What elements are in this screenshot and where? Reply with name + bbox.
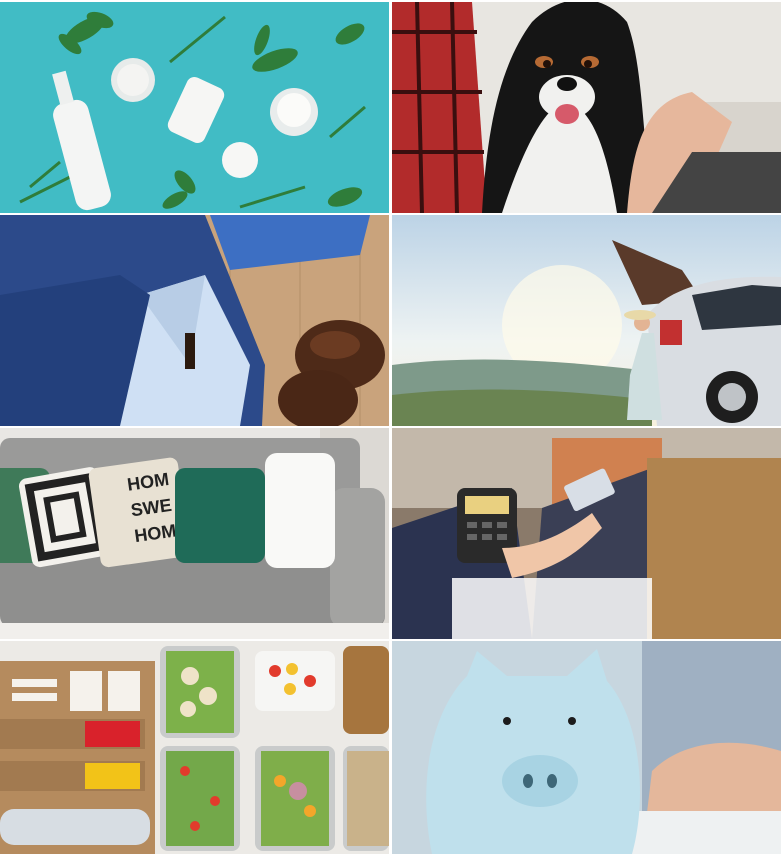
meal-delivery-photo <box>0 641 389 854</box>
dog-photo <box>392 2 781 213</box>
payment-photo <box>392 428 781 639</box>
menswear-photo <box>0 215 389 426</box>
sofa-photo: HOM SWE HOM <box>0 428 389 639</box>
skincare-photo <box>0 2 389 213</box>
car-travel-photo <box>392 215 781 426</box>
piggy-bank-photo <box>392 641 781 854</box>
image-collage: HOM SWE HOM <box>0 0 781 854</box>
